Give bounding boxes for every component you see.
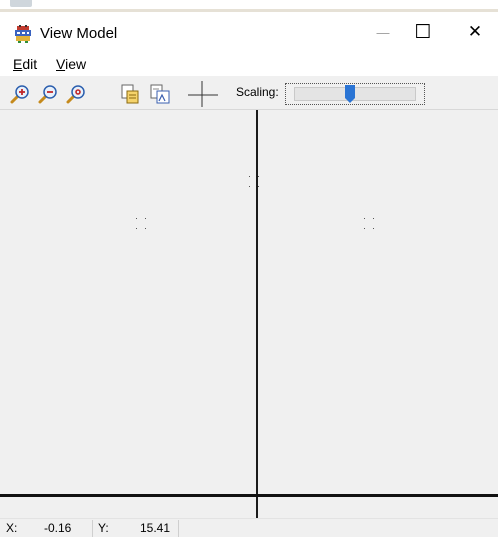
vertical-axis-line xyxy=(256,110,258,518)
copy-scaled-icon xyxy=(150,84,170,104)
app-icon xyxy=(14,25,32,43)
status-separator xyxy=(178,520,179,537)
zoom-in-button[interactable] xyxy=(8,82,32,106)
copy-scaled-button[interactable] xyxy=(148,82,172,106)
background-window-edge xyxy=(0,0,498,12)
status-bar: X: -0.16 Y: 15.41 xyxy=(0,518,498,537)
crosshair-icon xyxy=(188,81,218,107)
zoom-in-icon xyxy=(10,85,29,104)
maximize-button[interactable]: ☐ xyxy=(400,12,446,52)
minimize-icon: — xyxy=(376,24,390,40)
toolbar: Scaling: xyxy=(0,76,498,110)
background-window-icon xyxy=(10,0,32,7)
copy-icon xyxy=(121,84,139,104)
window-title: View Model xyxy=(40,25,118,42)
menu-edit[interactable]: Edit xyxy=(13,55,37,73)
zoom-out-button[interactable] xyxy=(36,82,60,106)
view-model-window: View Model — ☐ ✕ Edit View Scaling: X: -… xyxy=(0,0,498,537)
menu-view[interactable]: View xyxy=(56,55,86,73)
menu-edit-label: dit xyxy=(22,56,38,72)
y-value: 15.41 xyxy=(140,521,171,535)
close-icon: ✕ xyxy=(467,22,483,41)
right-pane-marker xyxy=(364,218,374,230)
zoom-reset-button[interactable] xyxy=(64,82,88,106)
status-separator xyxy=(92,520,93,537)
menu-edit-mnemonic: E xyxy=(13,56,23,72)
left-pane-marker xyxy=(136,218,146,230)
model-canvas[interactable] xyxy=(0,110,498,518)
crosshair-button[interactable] xyxy=(188,81,218,107)
menu-view-label: iew xyxy=(65,56,87,72)
scaling-slider[interactable] xyxy=(285,83,425,105)
menu-view-mnemonic: V xyxy=(56,56,66,72)
copy-button[interactable] xyxy=(118,82,142,106)
scaling-slider-thumb[interactable] xyxy=(345,85,355,103)
y-label: Y: xyxy=(98,521,109,535)
maximize-icon: ☐ xyxy=(414,21,432,43)
zoom-out-icon xyxy=(38,85,57,104)
scaling-label: Scaling: xyxy=(236,85,279,99)
close-button[interactable]: ✕ xyxy=(452,12,498,52)
menu-bar: Edit View xyxy=(0,52,498,76)
zoom-reset-icon xyxy=(66,85,85,104)
title-bar[interactable]: View Model — ☐ ✕ xyxy=(0,12,498,52)
scaling-slider-track[interactable] xyxy=(294,85,416,103)
x-label: X: xyxy=(6,521,18,535)
horizontal-axis-line xyxy=(0,494,498,497)
x-value: -0.16 xyxy=(44,521,72,535)
